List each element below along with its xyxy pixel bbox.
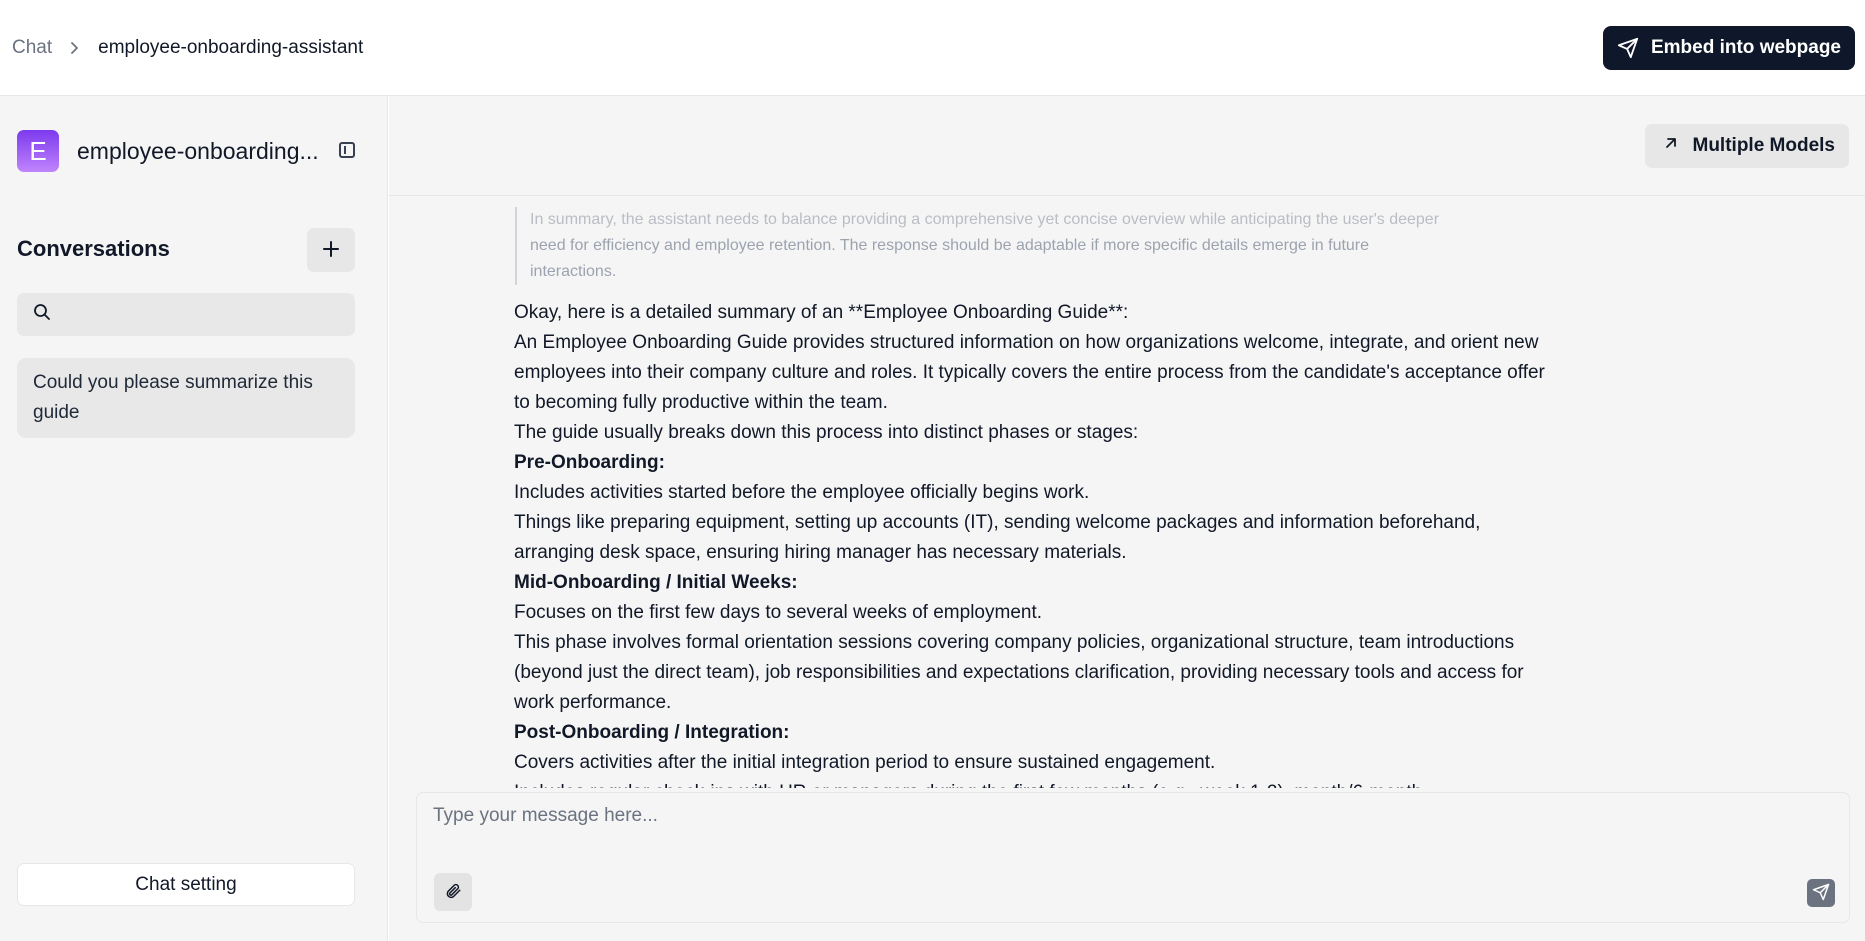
- chevron-right-icon: [70, 41, 80, 55]
- message-input[interactable]: [433, 805, 1813, 845]
- answer-heading: Pre-Onboarding:: [514, 452, 665, 473]
- chat-setting-button[interactable]: Chat setting: [17, 863, 355, 906]
- chat-header: Multiple Models: [389, 96, 1865, 196]
- message-list[interactable]: In summary, the assistant needs to balan…: [389, 197, 1865, 788]
- answer-heading: Mid-Onboarding / Initial Weeks:: [514, 572, 798, 593]
- avatar: E: [17, 130, 59, 172]
- arrow-up-right-icon: [1663, 135, 1679, 157]
- breadcrumb: Chat employee-onboarding-assistant: [12, 37, 363, 59]
- answer-paragraph: An Employee Onboarding Guide provides st…: [514, 332, 1545, 413]
- answer-heading: Post-Onboarding / Integration:: [514, 722, 790, 743]
- top-bar: Chat employee-onboarding-assistant Embed…: [0, 0, 1865, 96]
- embed-button-label: Embed into webpage: [1650, 36, 1841, 58]
- sidebar-collapse-icon[interactable]: [339, 142, 355, 158]
- thinking-line: In summary, the assistant needs to balan…: [530, 211, 1440, 228]
- message-composer: [416, 792, 1850, 923]
- conversation-search[interactable]: [17, 293, 355, 336]
- answer-paragraph: The guide usually breaks down this proce…: [514, 422, 1139, 443]
- answer-paragraph: Includes regular check-ins with HR or ma…: [514, 778, 1554, 788]
- plus-icon: [322, 240, 340, 261]
- breadcrumb-current: employee-onboarding-assistant: [98, 36, 364, 58]
- answer-paragraph: Things like preparing equipment, setting…: [514, 512, 1481, 563]
- thinking-block: In summary, the assistant needs to balan…: [515, 207, 1515, 285]
- conversation-item[interactable]: Could you please summarize this guide: [17, 358, 355, 438]
- thinking-line: need for efficiency and employee retenti…: [530, 237, 1370, 254]
- sidebar: E employee-onboarding... Conversations C…: [0, 96, 388, 941]
- new-conversation-button[interactable]: [307, 228, 355, 272]
- send-icon: [1812, 883, 1830, 904]
- search-input[interactable]: [61, 304, 341, 325]
- assistant-name: employee-onboarding...: [77, 137, 319, 164]
- assistant-header: E employee-onboarding...: [17, 130, 329, 172]
- answer-paragraph: This phase involves formal orientation s…: [514, 632, 1524, 713]
- search-icon: [33, 303, 51, 326]
- chat-main: Multiple Models In summary, the assistan…: [389, 96, 1865, 941]
- paperclip-icon: [444, 882, 462, 903]
- thinking-line: interactions.: [530, 263, 617, 280]
- answer-paragraph: Focuses on the first few days to several…: [514, 602, 1043, 623]
- attach-file-button[interactable]: [434, 873, 472, 911]
- assistant-message: Okay, here is a detailed summary of an *…: [514, 298, 1554, 788]
- answer-paragraph: Covers activities after the initial inte…: [514, 752, 1216, 773]
- send-icon: [1617, 37, 1639, 59]
- multiple-models-label: Multiple Models: [1692, 135, 1836, 156]
- embed-into-webpage-button[interactable]: Embed into webpage: [1602, 25, 1855, 70]
- breadcrumb-chat-link[interactable]: Chat: [12, 37, 52, 59]
- answer-paragraph: Okay, here is a detailed summary of an *…: [514, 302, 1129, 323]
- send-message-button[interactable]: [1807, 879, 1835, 907]
- multiple-models-button[interactable]: Multiple Models: [1644, 124, 1849, 168]
- answer-paragraph: Includes activities started before the e…: [514, 482, 1090, 503]
- conversations-title: Conversations: [17, 236, 170, 261]
